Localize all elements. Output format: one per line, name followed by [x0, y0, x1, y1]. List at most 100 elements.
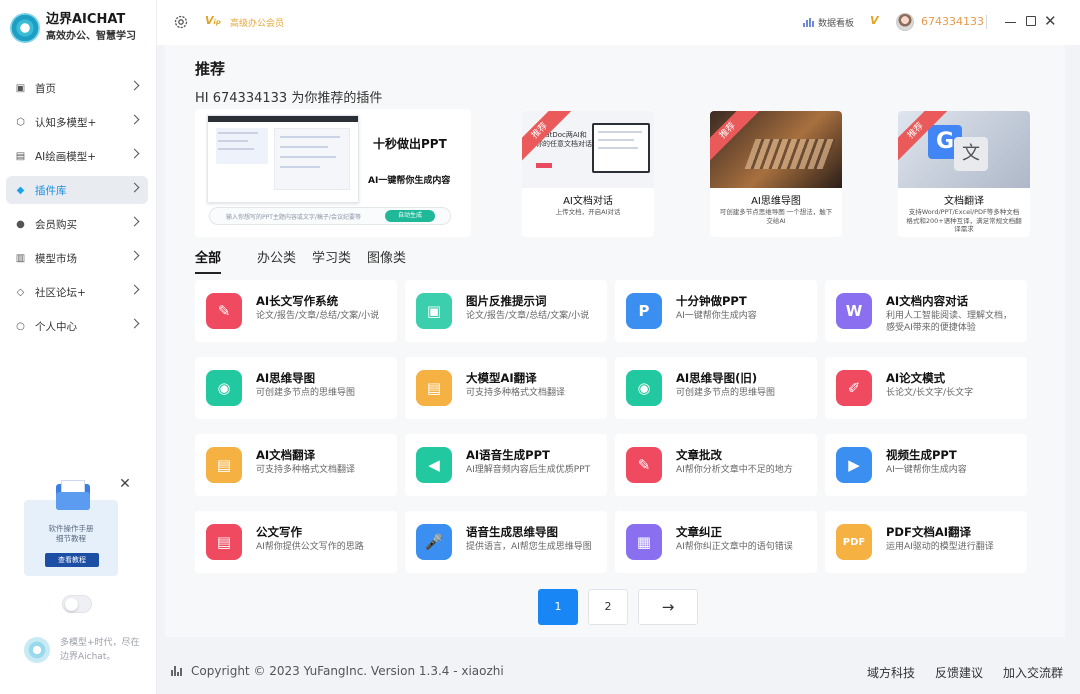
tab-1[interactable]: 办公类 — [257, 247, 296, 274]
avatar[interactable] — [896, 13, 914, 31]
plugin-card[interactable]: P 十分钟做PPT AI一键帮你生成内容 — [615, 280, 817, 342]
chevron-right-icon — [129, 148, 140, 159]
minimize-icon[interactable] — [1005, 22, 1016, 23]
plugin-card[interactable]: PDF PDF文档AI翻译 运用AI驱动的模型进行翻译 — [825, 511, 1027, 573]
dashboard-link[interactable]: 数据看板 — [818, 16, 854, 29]
plugin-title: PDF文档AI翻译 — [886, 525, 972, 539]
edit-icon: ✎ — [206, 293, 242, 329]
sidebar-footer: 多模型+时代，尽在边界Aichat。 — [24, 636, 140, 664]
brand[interactable]: 边界AICHAT 高效办公、智慧学习 — [10, 12, 136, 44]
tab-0[interactable]: 全部 — [195, 247, 222, 274]
sidebar-item-7[interactable]: ○ 个人中心 — [6, 312, 148, 340]
sidebar-footer-text: 多模型+时代，尽在边界Aichat。 — [60, 638, 140, 662]
plugin-card[interactable]: ▦ 文章纠正 AI帮你纠正文章中的语句错误 — [615, 511, 817, 573]
theme-toggle[interactable] — [62, 595, 92, 613]
page-title: 推荐 — [195, 60, 226, 78]
plugin-card[interactable]: ▤ 公文写作 AI帮你提供公文写作的思路 — [195, 511, 397, 573]
maximize-icon[interactable] — [1026, 16, 1036, 26]
vip-label[interactable]: 高级办公会员 — [230, 16, 284, 29]
sidebar-item-3[interactable]: ◆ 插件库 — [6, 176, 148, 204]
sidebar-item-1[interactable]: ⬡ 认知多模型+ — [6, 108, 148, 136]
plugin-card[interactable]: W AI文档内容对话利用人工智能阅读、理解文档，感受AI带来的便捷体验 — [825, 280, 1027, 342]
sidebar-item-label: AI绘画模型+ — [35, 150, 97, 163]
plugin-card[interactable]: ◉ AI思维导图 可创建多节点的思维导图 — [195, 357, 397, 419]
plugin-desc: AI一键帮你生成内容 — [886, 465, 967, 475]
plugin-title: 文章纠正 — [676, 525, 722, 539]
recommended-card[interactable]: 推荐 AI思维导图 可创建多节点思维导图 一个想法，触下交给AI — [710, 111, 842, 237]
plugin-icon-glyph: ▦ — [636, 533, 652, 551]
plugin-card[interactable]: ▤ 大模型AI翻译 可支持多种格式文档翻译 — [405, 357, 607, 419]
plugin-card[interactable]: ✎ AI长文写作系统 论文/报告/文章/总结/文案/小说 — [195, 280, 397, 342]
plugin-desc: AI帮你纠正文章中的语句错误 — [676, 542, 793, 552]
plugin-title: AI文档内容对话 — [886, 294, 969, 308]
plugin-title: 语音生成思维导图 — [466, 525, 558, 539]
promo-card: 软件操作手册 细节教程 查看教程 — [24, 480, 118, 576]
folder-icon — [56, 480, 90, 510]
hero-topic-input[interactable]: 输入你想写的PPT主题内容或文字/稿子/会议纪要等 自动生成 — [209, 207, 451, 225]
sidebar-item-6[interactable]: ◇ 社区论坛+ — [6, 278, 148, 306]
plugin-card[interactable]: ✐ AI论文模式 长论文/长文字/长文字 — [825, 357, 1027, 419]
recommended-card-title: AI文档对话 — [563, 196, 613, 207]
page-button-2[interactable]: 2 — [588, 589, 628, 625]
chevron-right-icon — [129, 182, 140, 193]
plugin-title: 大模型AI翻译 — [466, 371, 537, 385]
hero-headline: 十秒做出PPT — [373, 137, 447, 151]
person-icon: ○ — [16, 320, 25, 332]
tab-2[interactable]: 学习类 — [312, 247, 351, 274]
plugin-title: AI论文模式 — [886, 371, 946, 385]
view-tutorial-button[interactable]: 查看教程 — [45, 553, 99, 567]
pdf-icon: PDF — [836, 524, 872, 560]
tab-3[interactable]: 图像类 — [367, 247, 406, 274]
plugin-card[interactable]: ▤ AI文档翻译 可支持多种格式文档翻译 — [195, 434, 397, 496]
recommended-card[interactable]: G 文推荐 文档翻译 支持Word/PPT/Excel/PDF等多种文档格式和200+… — [898, 111, 1030, 237]
plugin-card[interactable]: ◀ AI语音生成PPT AI理解音频内容后生成优质PPT — [405, 434, 607, 496]
ppt-hero-banner[interactable]: 十秒做出PPT AI一键帮你生成内容 输入你想写的PPT主题内容或文字/稿子/会… — [195, 109, 471, 237]
doc-icon: ▤ — [206, 447, 242, 483]
plugin-icon-glyph: ✎ — [637, 456, 651, 474]
plugin-desc: 可创建多节点的思维导图 — [676, 388, 776, 398]
plugin-icon-glyph: W — [845, 302, 863, 320]
sidebar-item-2[interactable]: ▤ AI绘画模型+ — [6, 142, 148, 170]
user-icon: ● — [16, 218, 25, 230]
sidebar-item-4[interactable]: ● 会员购买 — [6, 210, 148, 238]
close-icon[interactable]: ✕ — [1044, 12, 1057, 30]
plugin-desc: AI帮你提供公文写作的思路 — [256, 542, 364, 552]
promo-line2: 细节教程 — [56, 534, 86, 543]
auto-generate-button[interactable]: 自动生成 — [385, 210, 435, 222]
brand-logo — [10, 13, 40, 43]
plugin-icon-glyph: ▤ — [216, 456, 232, 474]
footer-link-company[interactable]: 域方科技 — [867, 664, 915, 681]
sidebar-item-5[interactable]: ▥ 模型市场 — [6, 244, 148, 272]
next-page-button[interactable]: → — [638, 589, 698, 625]
hero-input-placeholder: 输入你想写的PPT主题内容或文字/稿子/会议纪要等 — [226, 214, 361, 221]
recommended-card-image: ChatDoc两AI和你的任意文档对话 推荐 — [522, 111, 654, 188]
user-id[interactable]: 674334133 — [921, 15, 984, 28]
plugin-desc: 可支持多种格式文档翻译 — [466, 388, 566, 398]
recommended-card-desc: 上传文档，开启AI对话 — [555, 208, 621, 216]
sidebar-item-label: 会员购买 — [35, 218, 77, 231]
gear-icon[interactable] — [173, 14, 189, 30]
plugin-desc: 论文/报告/文章/总结/文案/小说 — [256, 311, 380, 321]
plugin-card[interactable]: ▣ 图片反推提示词 论文/报告/文章/总结/文案/小说 — [405, 280, 607, 342]
plugin-desc: 利用人工智能阅读、理解文档，感受AI带来的便捷体验 — [886, 311, 1013, 333]
page-button-1[interactable]: 1 — [538, 589, 578, 625]
chevron-right-icon — [129, 250, 140, 261]
footer-link-join-group[interactable]: 加入交流群 — [1003, 664, 1063, 681]
plugin-card[interactable]: ◉ AI思维导图(旧) 可创建多节点的思维导图 — [615, 357, 817, 419]
sidebar-item-label: 社区论坛+ — [35, 286, 86, 299]
plugin-icon-glyph: ✐ — [847, 379, 861, 397]
footer-link-feedback[interactable]: 反馈建议 — [935, 664, 983, 681]
plugin-card[interactable]: 🎤 语音生成思维导图 提供语言，AI帮您生成思维导图 — [405, 511, 607, 573]
promo-close-icon[interactable]: ✕ — [118, 476, 132, 492]
chevron-right-icon — [129, 114, 140, 125]
ppt-icon: P — [626, 293, 662, 329]
plugin-card[interactable]: ✎ 文章批改 AI帮你分析文章中不足的地方 — [615, 434, 817, 496]
plugin-icon-glyph: P — [638, 302, 650, 320]
doc-icon: ▤ — [206, 524, 242, 560]
recommended-card[interactable]: ChatDoc两AI和你的任意文档对话 推荐 AI文档对话 上传文档，开启AI对话 — [522, 111, 654, 237]
sidebar-item-label: 个人中心 — [35, 320, 77, 333]
plugin-title: 图片反推提示词 — [466, 294, 547, 308]
sidebar-item-0[interactable]: ▣ 首页 — [6, 74, 148, 102]
chart-icon — [803, 18, 814, 27]
plugin-card[interactable]: ▶ 视频生成PPT AI一键帮你生成内容 — [825, 434, 1027, 496]
